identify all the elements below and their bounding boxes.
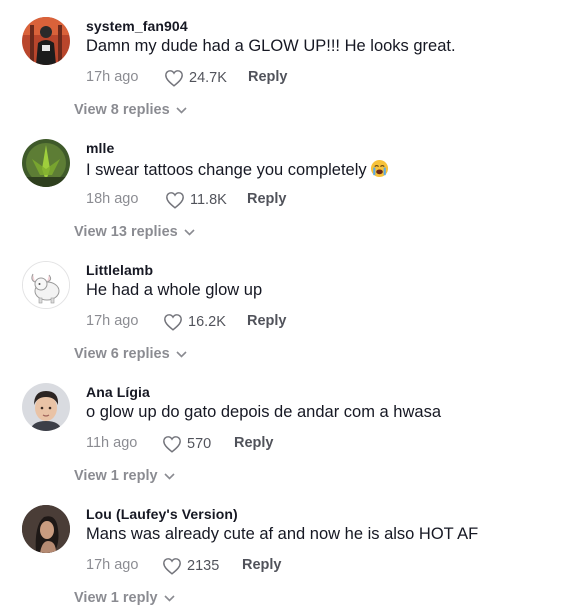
comment-text: o glow up do gato depois de andar com a …: [86, 403, 441, 421]
like-button[interactable]: 24.7K: [164, 68, 227, 88]
comment-text-content: I swear tattoos change you completely: [86, 161, 367, 179]
comment-meta: 18h ago 11.8K Reply: [86, 190, 486, 210]
like-count: 570: [187, 436, 212, 452]
view-replies-button[interactable]: View 8 replies: [74, 102, 187, 118]
comment-time: 17h ago: [86, 313, 139, 329]
chevron-down-icon: [176, 106, 187, 114]
reply-button[interactable]: Reply: [234, 435, 274, 451]
chevron-down-icon: [176, 350, 187, 358]
comment-username[interactable]: Littlelamb: [86, 262, 153, 278]
comment-time: 17h ago: [86, 69, 139, 85]
view-replies-label: View 13 replies: [74, 224, 178, 240]
avatar[interactable]: [22, 139, 70, 187]
comment-time: 18h ago: [86, 191, 139, 207]
like-count: 24.7K: [189, 70, 227, 86]
view-replies-button[interactable]: View 1 reply: [74, 590, 175, 606]
view-replies-button[interactable]: View 13 replies: [74, 224, 195, 240]
comment-username[interactable]: Lou (Laufey's Version): [86, 506, 238, 522]
heart-icon: [166, 192, 184, 209]
loudly-crying-face-icon: [370, 159, 389, 183]
heart-icon: [165, 70, 183, 87]
comment-text: I swear tattoos change you completely: [86, 159, 389, 183]
comment-meta: 17h ago 24.7K Reply: [86, 68, 486, 88]
comment-item: Ana Lígia o glow up do gato depois de an…: [0, 383, 573, 505]
view-replies-label: View 1 reply: [74, 590, 158, 606]
like-button[interactable]: 16.2K: [163, 312, 226, 332]
like-count: 11.8K: [190, 192, 227, 208]
comment-text: Damn my dude had a GLOW UP!!! He looks g…: [86, 37, 456, 55]
avatar[interactable]: [22, 261, 70, 309]
heart-icon: [164, 314, 182, 331]
chevron-down-icon: [184, 228, 195, 236]
comment-item: mlle I swear tattoos change you complete…: [0, 139, 573, 261]
view-replies-button[interactable]: View 1 reply: [74, 468, 175, 484]
comment-meta: 17h ago 2135 Reply: [86, 556, 486, 576]
reply-button[interactable]: Reply: [247, 191, 287, 207]
heart-icon: [163, 436, 181, 453]
comment-username[interactable]: system_fan904: [86, 18, 188, 34]
like-count: 2135: [187, 558, 220, 574]
comment-meta: 17h ago 16.2K Reply: [86, 312, 486, 332]
comment-item: system_fan904 Damn my dude had a GLOW UP…: [0, 17, 573, 139]
chevron-down-icon: [163, 594, 175, 602]
reply-button[interactable]: Reply: [242, 557, 282, 573]
like-button[interactable]: 2135: [162, 556, 219, 576]
heart-icon: [163, 558, 181, 575]
view-replies-label: View 1 reply: [74, 468, 158, 484]
comment-meta: 11h ago 570 Reply: [86, 434, 486, 454]
comment-text: Mans was already cute af and now he is a…: [86, 525, 479, 543]
comment-text: He had a whole glow up: [86, 281, 263, 299]
avatar[interactable]: [22, 17, 70, 65]
view-replies-label: View 6 replies: [74, 346, 170, 362]
comment-time: 11h ago: [86, 435, 138, 451]
comment-username[interactable]: Ana Lígia: [86, 384, 150, 400]
comment-username[interactable]: mlle: [86, 140, 114, 156]
view-replies-label: View 8 replies: [74, 102, 170, 118]
reply-button[interactable]: Reply: [247, 313, 287, 329]
avatar[interactable]: [22, 383, 70, 431]
view-replies-button[interactable]: View 6 replies: [74, 346, 187, 362]
comment-item: Littlelamb He had a whole glow up 17h ag…: [0, 261, 573, 383]
comment-time: 17h ago: [86, 557, 139, 573]
chevron-down-icon: [163, 472, 175, 480]
reply-button[interactable]: Reply: [248, 69, 288, 85]
avatar[interactable]: [22, 505, 70, 553]
comment-item: Lou (Laufey's Version) Mans was already …: [0, 505, 573, 616]
like-button[interactable]: 11.8K: [165, 190, 227, 210]
like-button[interactable]: 570: [162, 434, 211, 454]
like-count: 16.2K: [188, 314, 226, 330]
